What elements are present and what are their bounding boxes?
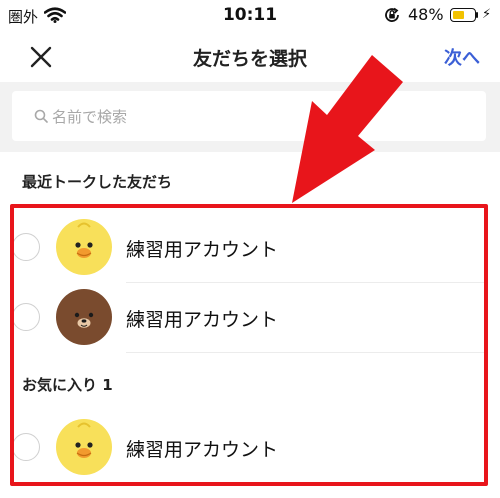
select-radio[interactable]	[12, 233, 40, 261]
select-radio[interactable]	[12, 303, 40, 331]
search-input[interactable]	[50, 104, 474, 130]
status-bar: 圏外 10:11 48% ⚡	[0, 0, 500, 32]
section-header-favorites: お気に入り 1	[22, 376, 113, 394]
yellow-chick-avatar	[56, 219, 112, 275]
search-box[interactable]	[12, 91, 486, 141]
search-area	[0, 82, 500, 152]
search-icon	[34, 108, 48, 127]
friend-row[interactable]: 練習用アカウント	[12, 412, 488, 482]
charging-bolt-icon: ⚡	[482, 7, 492, 22]
row-divider	[126, 352, 486, 353]
friend-row[interactable]: 練習用アカウント	[12, 282, 488, 352]
brown-bear-avatar	[56, 289, 112, 345]
next-button[interactable]: 次へ	[444, 44, 480, 70]
battery-icon	[450, 8, 476, 22]
section-header-recent: 最近トークした友だち	[22, 173, 173, 191]
friend-name: 練習用アカウント	[126, 239, 279, 261]
nav-bar: 友だちを選択 次へ	[0, 32, 500, 82]
yellow-chick-avatar	[56, 419, 112, 475]
battery-percent: 48%	[408, 5, 444, 24]
friend-name: 練習用アカウント	[126, 439, 279, 461]
select-radio[interactable]	[12, 433, 40, 461]
rotation-lock-icon	[383, 6, 401, 28]
friend-name: 練習用アカウント	[126, 309, 279, 331]
page-title: 友だちを選択	[192, 48, 307, 70]
friend-row[interactable]: 練習用アカウント	[12, 212, 488, 282]
battery-tip	[476, 12, 478, 18]
